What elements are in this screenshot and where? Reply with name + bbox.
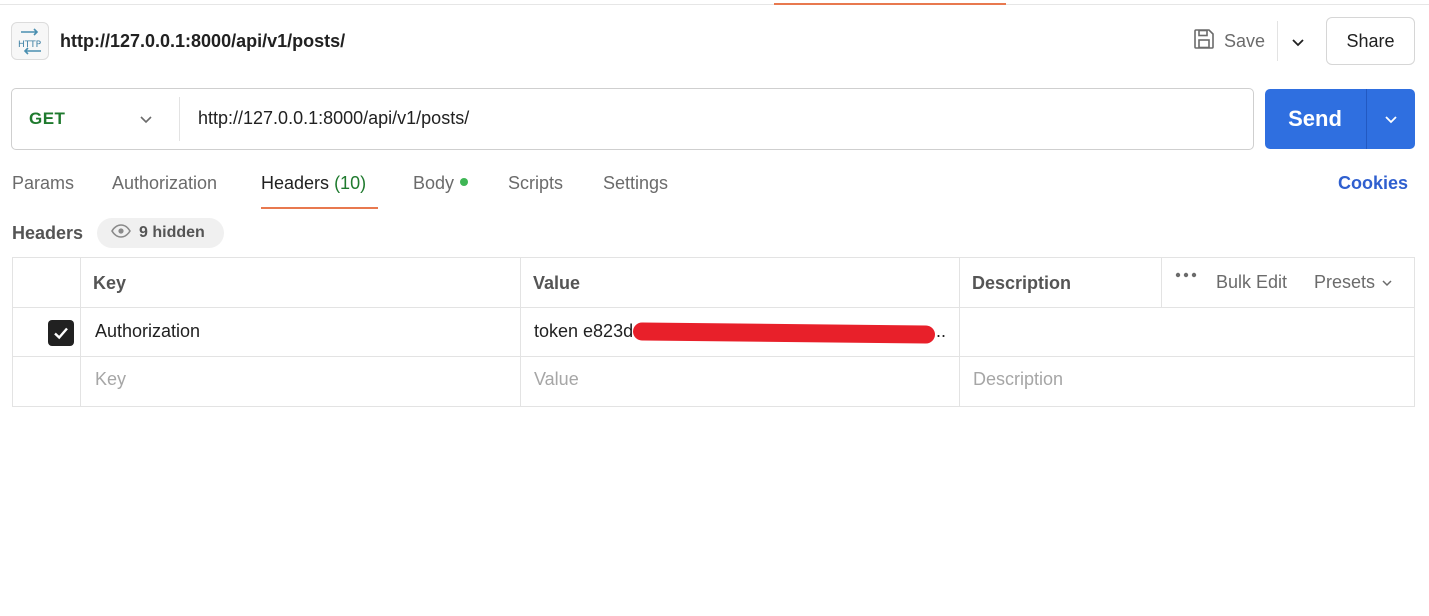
url-input[interactable]: http://127.0.0.1:8000/api/v1/posts/ [198, 108, 469, 129]
check-icon [54, 327, 68, 340]
row-divider [13, 356, 1414, 357]
header-value-overflow: .. [936, 321, 947, 341]
url-bar: GET http://127.0.0.1:8000/api/v1/posts/ [11, 88, 1254, 150]
tab-scripts[interactable]: Scripts [508, 173, 563, 209]
share-button[interactable]: Share [1326, 17, 1415, 65]
send-button[interactable]: Send [1265, 89, 1365, 149]
method-select[interactable]: GET [12, 89, 179, 149]
column-divider [1161, 258, 1162, 307]
more-icon[interactable] [1175, 272, 1197, 278]
cookies-link[interactable]: Cookies [1338, 173, 1408, 194]
column-header-key: Key [93, 273, 127, 293]
send-options-chevron-down-icon[interactable] [1366, 89, 1415, 149]
column-header-description: Description [972, 273, 1072, 293]
header-key-cell[interactable]: Authorization [95, 321, 200, 342]
save-options-chevron-down-icon[interactable] [1285, 29, 1311, 55]
header-value-cell[interactable]: token e823d [534, 321, 633, 342]
request-title[interactable]: http://127.0.0.1:8000/api/v1/posts/ [60, 31, 345, 52]
description-input[interactable]: Description [973, 369, 1063, 390]
presets-label: Presets [1314, 272, 1376, 292]
tab-headers[interactable]: Headers (10) [261, 173, 366, 209]
row-enabled-checkbox[interactable] [48, 320, 74, 346]
active-request-tab-indicator [774, 3, 1006, 5]
column-header-value: Value [533, 273, 581, 293]
save-divider [1277, 21, 1278, 61]
tab-headers-label: Headers [261, 173, 330, 193]
row-divider [13, 307, 1414, 308]
eye-icon [111, 223, 131, 243]
request-tabs: Params Authorization Headers (10) Body S… [12, 173, 1412, 209]
method-label: GET [29, 109, 66, 128]
redaction-mark [632, 322, 936, 344]
bulk-edit-button[interactable]: Bulk Edit [1216, 272, 1287, 293]
tab-active-underline [261, 207, 378, 209]
hidden-headers-toggle[interactable]: 9 hidden [97, 218, 224, 248]
http-icon: HTTP [11, 22, 49, 60]
save-label: Save [1224, 30, 1266, 51]
svg-text:HTTP: HTTP [18, 40, 42, 50]
tab-settings[interactable]: Settings [603, 173, 668, 209]
body-status-dot [460, 178, 469, 187]
key-input[interactable]: Key [95, 369, 126, 390]
request-title-row: HTTP http://127.0.0.1:8000/api/v1/posts/… [11, 17, 1415, 65]
tab-authorization[interactable]: Authorization [112, 173, 217, 209]
column-divider [80, 258, 81, 406]
column-divider [959, 258, 960, 406]
save-button[interactable]: Save [1192, 21, 1265, 61]
send-button-group: Send [1265, 89, 1415, 149]
hidden-headers-label: 9 hidden [139, 224, 205, 241]
tab-body-label: Body [413, 173, 455, 193]
headers-table: Key Value Description Bulk Edit Presets … [12, 257, 1415, 407]
tab-params[interactable]: Params [12, 173, 74, 209]
method-divider [179, 97, 180, 141]
presets-dropdown[interactable]: Presets [1314, 272, 1393, 293]
chevron-down-icon [134, 107, 158, 131]
column-divider [520, 258, 521, 406]
headers-section-title: Headers [12, 223, 84, 243]
top-divider [0, 4, 1429, 5]
chevron-down-icon [1381, 277, 1393, 289]
save-icon [1192, 27, 1216, 56]
value-input[interactable]: Value [534, 369, 579, 390]
tab-headers-count: (10) [334, 173, 367, 193]
tab-body[interactable]: Body [413, 173, 469, 209]
